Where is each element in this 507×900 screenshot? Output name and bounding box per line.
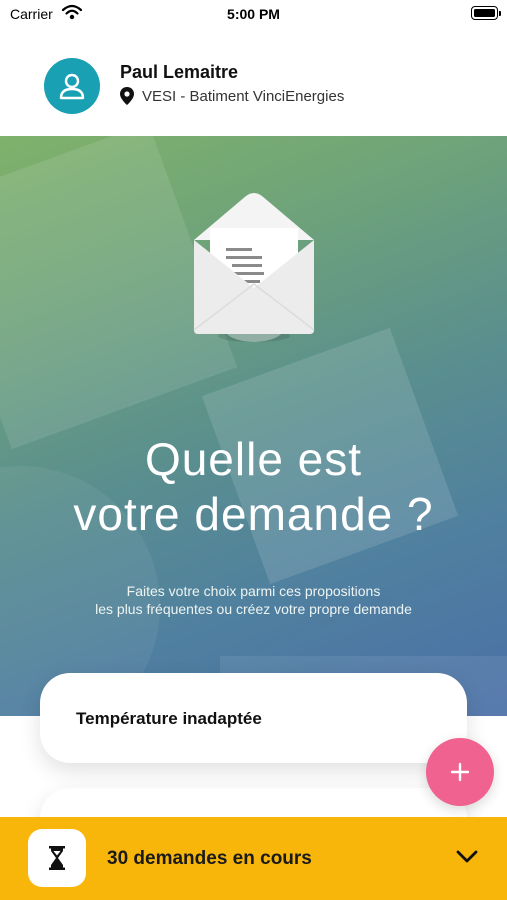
status-time: 5:00 PM [227,6,280,22]
battery-icon [471,6,501,20]
hero-title-line: votre demande ? [73,488,434,540]
hero-banner: Quelle est votre demande ? Faites votre … [0,136,507,716]
envelope-illustration [193,193,315,342]
status-bar: Carrier 5:00 PM [0,0,507,30]
suggestion-card[interactable]: Température inadaptée [40,673,467,763]
plus-icon [450,762,470,782]
pending-requests-bar[interactable]: 30 demandes en cours [0,817,507,900]
location-pin-icon [120,87,134,105]
location-label: VESI - Batiment VinciEnergies [142,87,345,105]
hourglass-badge [28,829,86,887]
suggestion-label: Température inadaptée [76,709,262,728]
hero-subtitle-line: Faites votre choix parmi ces proposition… [126,583,381,599]
add-request-button[interactable] [426,738,494,806]
hero-subtitle-line: les plus fréquentes ou créez votre propr… [95,601,412,617]
hero-title: Quelle est votre demande ? [0,432,507,542]
pending-requests-label: 30 demandes en cours [107,848,312,869]
user-name: Paul Lemaitre [120,62,239,82]
user-location: VESI - Batiment VinciEnergies [120,87,344,105]
hero-title-line: Quelle est [144,433,363,485]
chevron-down-icon[interactable] [456,850,478,869]
hero-subtitle: Faites votre choix parmi ces proposition… [0,582,507,618]
user-icon [59,73,85,100]
hourglass-icon [49,846,65,870]
avatar[interactable] [44,58,100,114]
user-header: Paul Lemaitre VESI - Batiment VinciEnerg… [0,30,507,136]
